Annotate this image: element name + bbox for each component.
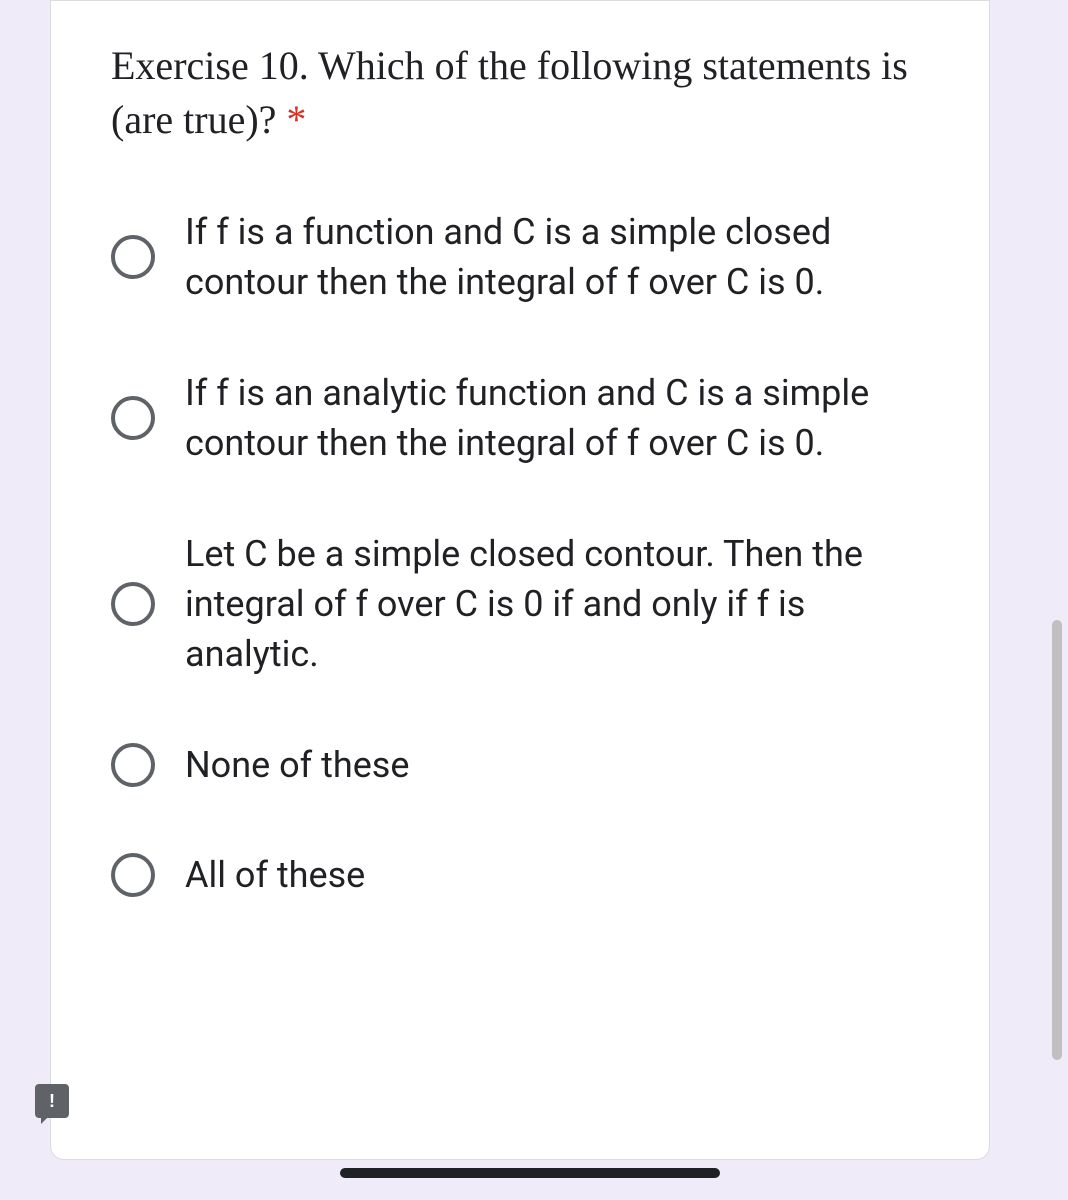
option-1-text: If f is a function and C is a simple clo… <box>185 207 929 308</box>
option-4-text: None of these <box>185 740 929 790</box>
required-asterisk: * <box>286 97 306 142</box>
option-4[interactable]: None of these <box>111 740 929 790</box>
option-1[interactable]: If f is a function and C is a simple clo… <box>111 207 929 308</box>
exclamation-icon: ! <box>49 1092 55 1110</box>
question-card: Exercise 10. Which of the following stat… <box>50 0 990 1160</box>
question-title: Exercise 10. Which of the following stat… <box>111 39 929 147</box>
option-5[interactable]: All of these <box>111 850 929 900</box>
radio-icon[interactable] <box>111 235 155 279</box>
radio-icon[interactable] <box>111 396 155 440</box>
option-2-text: If f is an analytic function and C is a … <box>185 368 929 469</box>
report-problem-button[interactable]: ! <box>35 1084 69 1118</box>
bottom-handle-bar[interactable] <box>340 1168 720 1178</box>
option-3-text: Let C be a simple closed contour. Then t… <box>185 529 929 680</box>
radio-icon[interactable] <box>111 582 155 626</box>
scrollbar-thumb[interactable] <box>1052 620 1062 1060</box>
option-3[interactable]: Let C be a simple closed contour. Then t… <box>111 529 929 680</box>
radio-icon[interactable] <box>111 853 155 897</box>
option-5-text: All of these <box>185 850 929 900</box>
question-title-text: Exercise 10. Which of the following stat… <box>111 43 908 142</box>
option-2[interactable]: If f is an analytic function and C is a … <box>111 368 929 469</box>
options-group: If f is a function and C is a simple clo… <box>111 207 929 901</box>
radio-icon[interactable] <box>111 743 155 787</box>
